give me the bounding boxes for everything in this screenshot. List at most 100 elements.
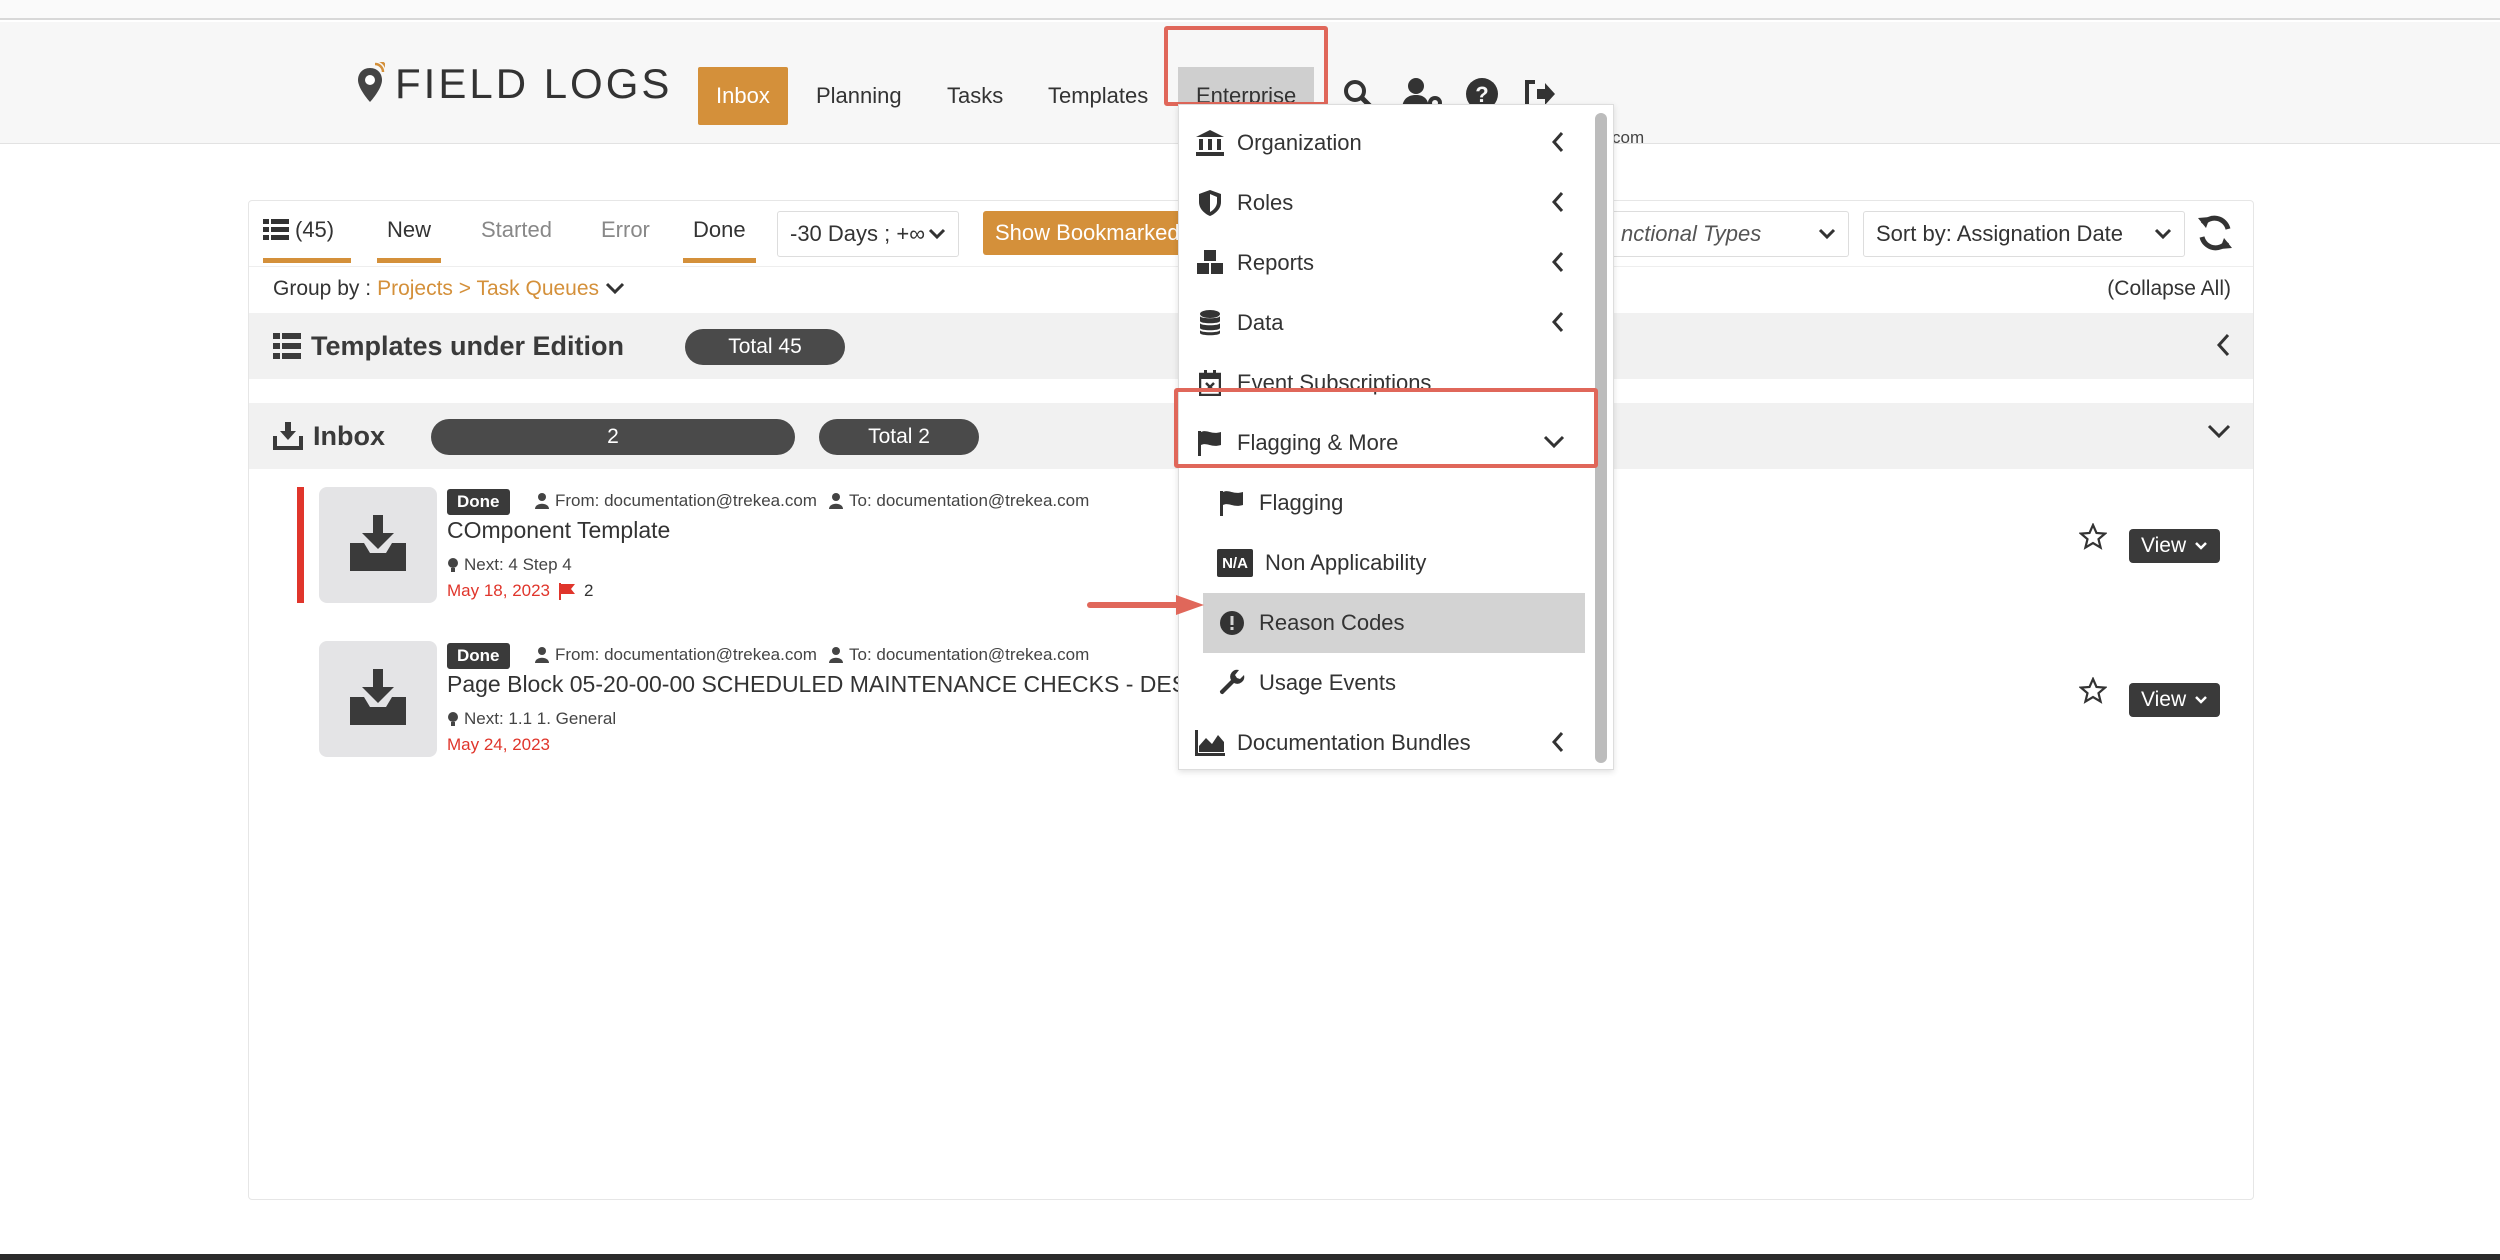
cubes-icon (1195, 248, 1225, 278)
view-button[interactable]: View (2129, 683, 2221, 717)
browser-top-strip (0, 0, 2500, 20)
task-to: To: documentation@trekea.com (829, 491, 1089, 511)
na-icon: N/A (1217, 549, 1253, 577)
sort-select[interactable]: Sort by: Assignation Date (1863, 211, 2185, 257)
chevron-down-icon (928, 228, 946, 240)
flag-icon (1217, 488, 1247, 518)
menu-item-flagging[interactable]: Flagging (1179, 473, 1589, 533)
flag-icon (559, 583, 576, 600)
menu-item-label: Organization (1237, 130, 1362, 155)
menu-item-non-applicability[interactable]: N/A Non Applicability (1179, 533, 1589, 593)
lightbulb-icon (448, 712, 458, 726)
star-icon[interactable] (2079, 677, 2107, 705)
menu-item-reason-codes[interactable]: Reason Codes (1203, 593, 1585, 653)
task-date: May 18, 2023 2 (447, 581, 593, 601)
chevron-down-icon (1818, 228, 1836, 240)
tab-all-count: (45) (295, 217, 335, 242)
menu-item-label: Reports (1237, 250, 1315, 275)
user-icon (829, 493, 843, 509)
templates-total-badge: Total 45 (685, 329, 845, 365)
user-icon (829, 647, 843, 663)
tab-all[interactable]: (45) (263, 213, 351, 263)
group-by: Group by : Projects > Task Queues (273, 277, 625, 301)
bottom-strip (0, 1254, 2500, 1260)
brand-name: FIELD LOGS (395, 60, 673, 107)
flag-icon (1195, 428, 1225, 458)
enterprise-dropdown-menu: Organization Roles Reports Data Event Su… (1178, 104, 1614, 770)
task-title[interactable]: Page Block 05-20-00-00 SCHEDULED MAINTEN… (447, 671, 1204, 698)
task-thumbnail (319, 487, 437, 603)
chevron-down-icon (2154, 228, 2172, 240)
chevron-left-icon (1551, 192, 1564, 212)
inbox-count-bar: 2 (431, 419, 795, 455)
templates-section-label: Templates under Edition (311, 330, 625, 361)
list-icon (263, 219, 289, 240)
menu-item-flagging-and-more[interactable]: Flagging & More (1179, 413, 1589, 473)
task-thumbnail (319, 641, 437, 757)
nav-tasks-button[interactable]: Tasks (929, 67, 1021, 125)
task-flag-count: 2 (584, 581, 594, 600)
chevron-down-icon[interactable] (2207, 423, 2231, 439)
task-title[interactable]: COmponent Template (447, 517, 670, 544)
database-icon (1195, 308, 1225, 338)
task-flag-bar (297, 487, 304, 603)
collapse-all-link[interactable]: (Collapse All) (2107, 277, 2231, 301)
menu-scrollbar[interactable] (1595, 113, 1607, 763)
shield-icon (1195, 188, 1225, 218)
lightbulb-icon (448, 558, 458, 572)
group-by-label: Group by : (273, 277, 372, 300)
menu-item-roles[interactable]: Roles (1179, 173, 1589, 233)
tab-error[interactable]: Error (601, 213, 650, 263)
view-button[interactable]: View (2129, 529, 2221, 563)
menu-item-usage-events[interactable]: Usage Events (1179, 653, 1589, 713)
type-filter-select[interactable]: nctional Types (1609, 211, 1849, 257)
menu-item-label: Roles (1237, 190, 1294, 215)
task-from-text: From: documentation@trekea.com (555, 645, 817, 664)
tab-new[interactable]: New (377, 213, 442, 263)
task-from-text: From: documentation@trekea.com (555, 491, 817, 510)
wrench-icon (1217, 668, 1247, 698)
task-to-text: To: documentation@trekea.com (849, 645, 1090, 664)
inbox-section-label: Inbox (313, 420, 385, 451)
menu-item-documentation-bundles[interactable]: Documentation Bundles (1179, 713, 1589, 773)
type-filter-value: nctional Types (1621, 221, 1762, 246)
task-next-text: Next: 4 Step 4 (464, 555, 572, 574)
menu-item-reports[interactable]: Reports (1179, 233, 1589, 293)
user-icon (535, 647, 549, 663)
task-from: From: documentation@trekea.com (535, 645, 817, 665)
status-badge: Done (447, 643, 510, 669)
menu-item-label: Flagging & More (1237, 430, 1399, 455)
chevron-left-icon (1551, 132, 1564, 152)
menu-item-organization[interactable]: Organization (1179, 113, 1589, 173)
menu-item-label: Flagging (1259, 490, 1344, 515)
menu-item-label: Usage Events (1259, 670, 1396, 695)
show-bookmarked-button[interactable]: Show Bookmarked (983, 211, 1193, 255)
inbox-download-icon (273, 422, 303, 450)
menu-item-event-subscriptions[interactable]: Event Subscriptions (1179, 353, 1589, 413)
menu-item-label: Non Applicability (1265, 550, 1427, 575)
task-next-step: Next: 4 Step 4 (447, 555, 572, 575)
nav-templates-button[interactable]: Templates (1030, 67, 1166, 125)
templates-section-title: Templates under Edition (273, 313, 624, 379)
chevron-down-icon (1543, 435, 1565, 449)
refresh-icon[interactable] (2193, 211, 2237, 255)
chevron-left-icon (1551, 732, 1564, 752)
nav-inbox-button[interactable]: Inbox (698, 67, 788, 125)
chevron-down-icon[interactable] (605, 282, 625, 296)
menu-scrollbar-thumb[interactable] (1595, 113, 1607, 763)
chevron-left-icon[interactable] (2215, 333, 2231, 357)
date-range-select[interactable]: -30 Days ; +∞ (777, 211, 959, 257)
view-button-label: View (2141, 688, 2187, 711)
tab-started[interactable]: Started (481, 213, 552, 263)
area-chart-icon (1195, 728, 1225, 758)
chevron-down-icon (2195, 696, 2208, 704)
nav-planning-button[interactable]: Planning (798, 67, 920, 125)
inbox-section-title: Inbox (273, 403, 385, 469)
menu-item-data[interactable]: Data (1179, 293, 1589, 353)
group-by-link[interactable]: Projects > Task Queues (377, 277, 599, 301)
brand-logo[interactable]: FIELD LOGS (355, 54, 672, 114)
task-to-text: To: documentation@trekea.com (849, 491, 1090, 510)
tab-done[interactable]: Done (683, 213, 756, 263)
user-email-tail: com (1612, 128, 1645, 147)
star-icon[interactable] (2079, 523, 2107, 551)
